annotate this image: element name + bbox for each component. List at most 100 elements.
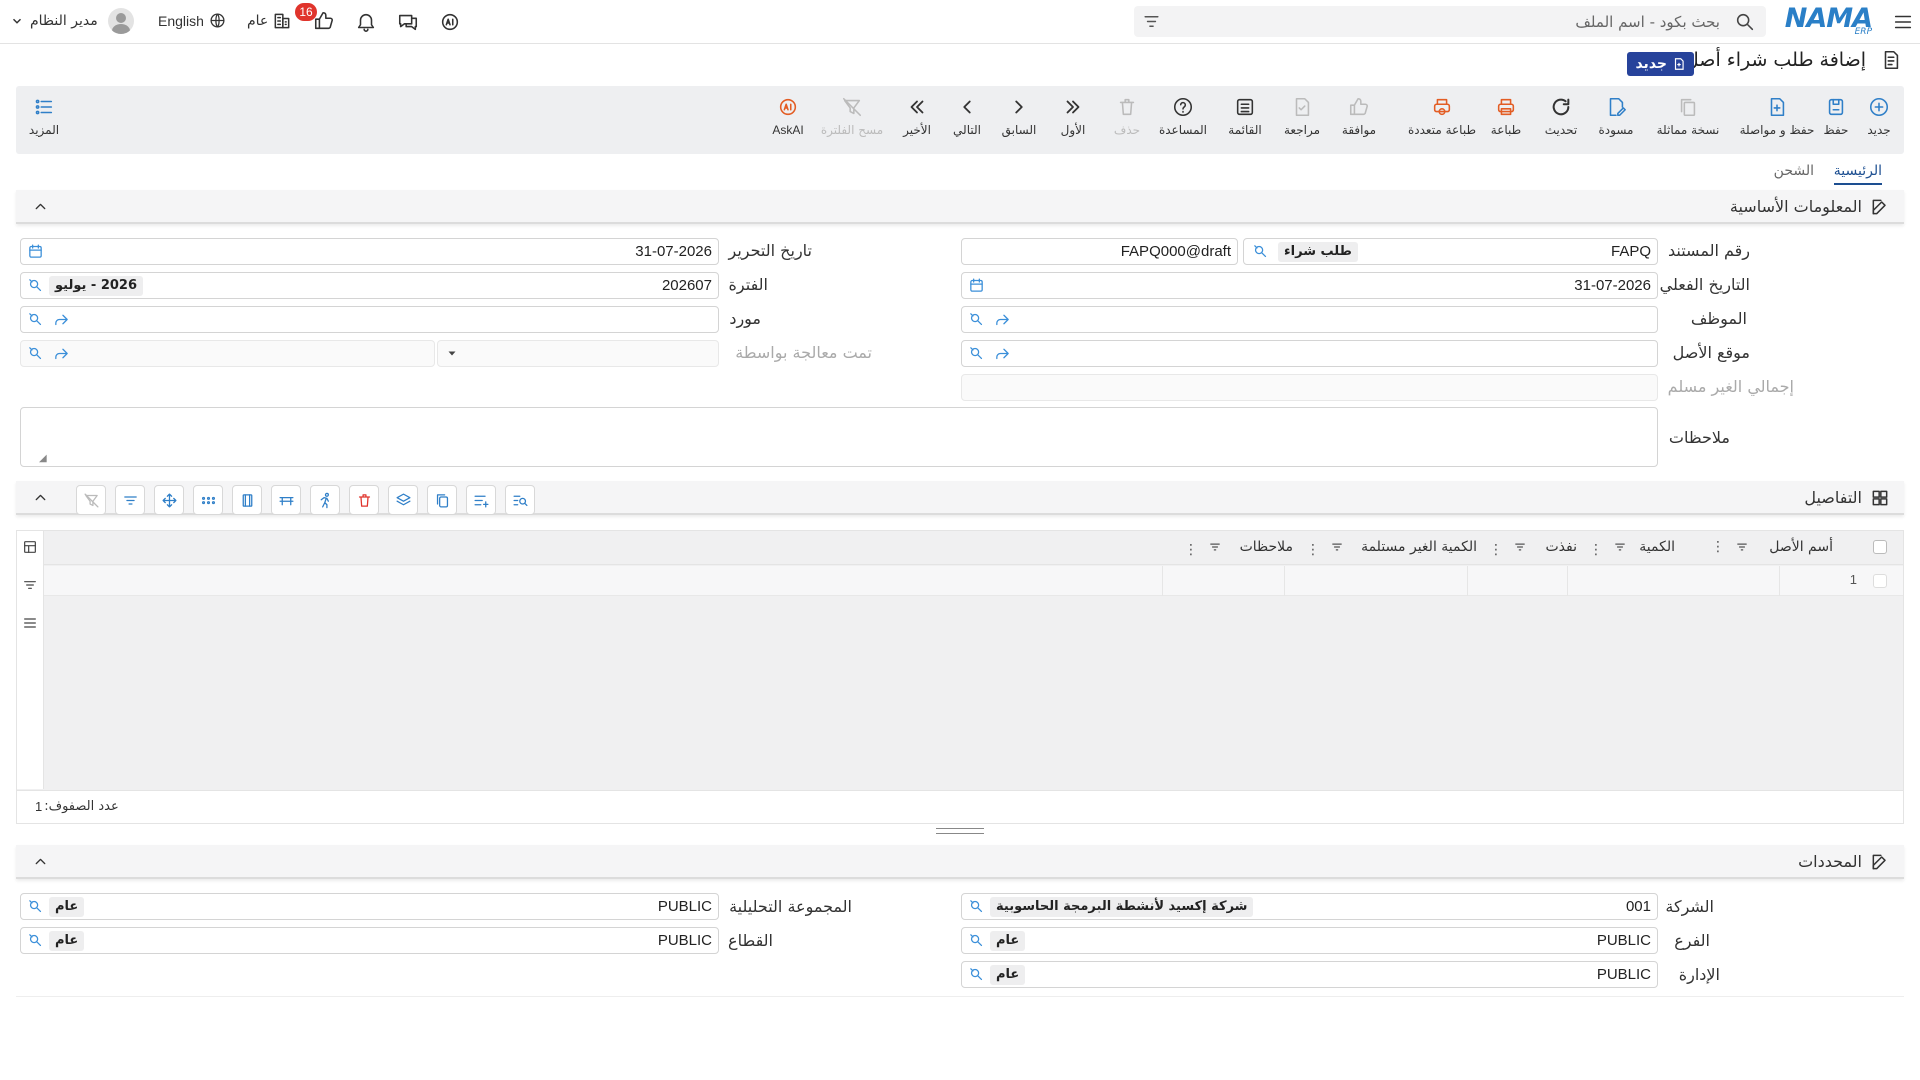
processed-by-select[interactable]: [437, 340, 719, 367]
company-field[interactable]: 001 شركة إكسيد لأنشطة البرمجة الحاسوبية: [961, 893, 1658, 920]
calendar-icon[interactable]: [27, 243, 44, 260]
lookup-icon[interactable]: [968, 932, 985, 949]
printer-icon: [1497, 98, 1515, 116]
grid-delete-button[interactable]: [349, 485, 379, 515]
lookup-icon[interactable]: [27, 898, 44, 915]
last-button[interactable]: الأخير: [882, 96, 952, 137]
column-filter-icon[interactable]: [1613, 540, 1627, 554]
chevron-up-icon[interactable]: [32, 853, 49, 870]
column-filter-icon[interactable]: [1208, 540, 1222, 554]
more-button-label: المزيد: [28, 123, 60, 137]
lookup-icon[interactable]: [968, 898, 985, 915]
supplier-field[interactable]: [20, 306, 719, 333]
share-icon[interactable]: [994, 345, 1011, 362]
column-menu-icon[interactable]: ⋮: [1711, 540, 1725, 554]
tab-main[interactable]: الرئيسية: [1833, 163, 1882, 185]
select-all-checkbox[interactable]: [1873, 540, 1887, 554]
row-checkbox[interactable]: [1873, 574, 1887, 588]
notes-textarea[interactable]: ◢: [20, 407, 1658, 467]
lookup-icon[interactable]: [1252, 243, 1269, 260]
user-menu[interactable]: مدير النظام: [10, 8, 134, 34]
column-menu-icon[interactable]: ⋮: [1306, 540, 1320, 558]
actual-date-field[interactable]: 31-07-2026: [961, 272, 1658, 299]
resize-handle-icon[interactable]: ◢: [39, 453, 47, 464]
column-header-quantity[interactable]: الكمية: [1639, 539, 1675, 555]
column-menu-icon[interactable]: ⋮: [1489, 540, 1503, 558]
asset-location-field[interactable]: [961, 340, 1658, 367]
issue-date-field[interactable]: 31-07-2026: [20, 238, 719, 265]
grid-copy-button[interactable]: [427, 485, 457, 515]
filter-icon[interactable]: [1142, 12, 1161, 31]
doc-no-field[interactable]: FAPQ طلب شراء: [1243, 238, 1658, 265]
period-field[interactable]: 202607 2026 - يوليو: [20, 272, 719, 299]
menu-icon[interactable]: [22, 615, 38, 631]
chevron-up-icon[interactable]: [32, 489, 49, 506]
lookup-icon[interactable]: [968, 345, 985, 362]
search-icon[interactable]: [1734, 11, 1756, 33]
column-menu-icon[interactable]: ⋮: [1589, 540, 1603, 558]
grid-add-row-button[interactable]: [466, 485, 496, 515]
lookup-icon[interactable]: [27, 932, 44, 949]
analytic-group-value: PUBLIC: [657, 898, 712, 915]
chat-icon[interactable]: [397, 11, 419, 33]
grid-columns-button[interactable]: [232, 485, 262, 515]
doc-code-field[interactable]: FAPQ000@draft: [961, 238, 1238, 265]
table-settings-icon[interactable]: [22, 539, 38, 555]
grid-clear-filter-button[interactable]: [76, 485, 106, 515]
grid-table-button[interactable]: [271, 485, 301, 515]
department-field[interactable]: PUBLIC عام: [961, 961, 1658, 988]
lookup-icon[interactable]: [968, 966, 985, 983]
doc-code-value: FAPQ000@draft: [1120, 243, 1231, 260]
table-row[interactable]: 1: [44, 566, 1903, 596]
language-switch[interactable]: English: [158, 12, 226, 29]
grid-search-button[interactable]: [505, 485, 535, 515]
filter-icon[interactable]: [22, 577, 38, 593]
multi-print-button[interactable]: طباعة متعددة: [1397, 96, 1487, 137]
save-continue-button[interactable]: حفظ و مواصلة: [1732, 96, 1822, 137]
lookup-icon[interactable]: [27, 277, 44, 294]
column-header-notes[interactable]: ملاحظات: [1240, 539, 1293, 555]
lookup-icon[interactable]: [27, 311, 44, 328]
column-header-asset-name[interactable]: أسم الأصل: [1769, 539, 1833, 555]
share-icon[interactable]: [994, 311, 1011, 328]
bell-icon[interactable]: [355, 11, 377, 33]
resize-splitter[interactable]: [936, 828, 984, 834]
context-switch[interactable]: عام: [247, 11, 292, 31]
column-filter-icon[interactable]: [1513, 540, 1527, 554]
grid-dots-button[interactable]: [193, 485, 223, 515]
copy-button[interactable]: نسخة مماثلة: [1648, 96, 1728, 137]
doc-no-label: رقم المستند: [1667, 241, 1750, 260]
doc-no-value: FAPQ: [1610, 243, 1651, 260]
ai-assistant-icon[interactable]: [439, 11, 461, 33]
grid-move-button[interactable]: [154, 485, 184, 515]
analytic-group-field[interactable]: PUBLIC عام: [20, 893, 719, 920]
list-button[interactable]: القائمة: [1210, 96, 1280, 137]
column-menu-icon[interactable]: ⋮: [1184, 540, 1198, 558]
clear-filter-button[interactable]: مسح الفلترة: [812, 96, 892, 137]
column-header-executed[interactable]: نفذت: [1545, 539, 1577, 555]
employee-field[interactable]: [961, 306, 1658, 333]
grid-run-button[interactable]: [310, 485, 340, 515]
grid-filter-button[interactable]: [115, 485, 145, 515]
column-filter-icon[interactable]: [1735, 540, 1749, 554]
column-header-unreceived-qty[interactable]: الكمية الغير مستلمة: [1361, 539, 1477, 555]
lookup-icon[interactable]: [968, 311, 985, 328]
branch-field[interactable]: PUBLIC عام: [961, 927, 1658, 954]
askai-button[interactable]: AskAI: [753, 96, 823, 137]
menu-icon[interactable]: [1892, 11, 1914, 33]
lookup-icon[interactable]: [27, 345, 44, 362]
calendar-icon[interactable]: [968, 277, 985, 294]
search-input[interactable]: [1200, 6, 1720, 37]
logo[interactable]: NAMA ERP: [1785, 3, 1873, 39]
dimensions-section-header[interactable]: المحددات: [16, 845, 1904, 879]
sector-field[interactable]: PUBLIC عام: [20, 927, 719, 954]
basic-info-section-header[interactable]: المعلومات الأساسية: [16, 190, 1904, 224]
grid-layers-button[interactable]: [388, 485, 418, 515]
more-button[interactable]: المزيد: [12, 96, 76, 137]
share-icon[interactable]: [53, 311, 70, 328]
processed-by-field[interactable]: [20, 340, 435, 367]
chevron-up-icon[interactable]: [32, 198, 49, 215]
column-filter-icon[interactable]: [1330, 540, 1344, 554]
tab-shipping[interactable]: الشحن: [1774, 163, 1814, 179]
share-icon[interactable]: [53, 345, 70, 362]
